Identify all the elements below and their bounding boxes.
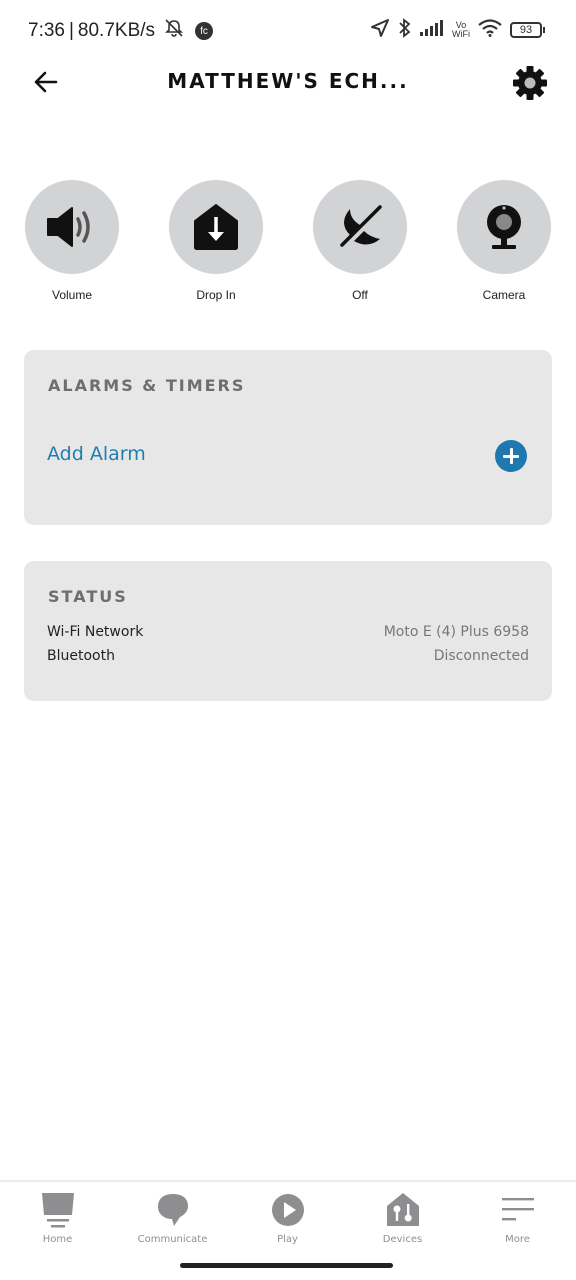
page-title: MATTHEW'S ECH...: [167, 69, 409, 93]
status-row-wifi: Wi-Fi Network Moto E (4) Plus 6958: [47, 624, 529, 646]
camera-icon: [487, 205, 521, 249]
status-key: Wi-Fi Network: [47, 624, 144, 640]
gear-icon: [513, 66, 547, 100]
nav-label: Home: [42, 1234, 73, 1245]
nav-devices[interactable]: Devices: [345, 1190, 460, 1245]
status-title: STATUS: [48, 587, 128, 606]
nav-more[interactable]: More: [460, 1190, 575, 1245]
camera-label: Camera: [482, 288, 526, 302]
drop-in-circle: [169, 180, 263, 274]
add-alarm-button[interactable]: [495, 440, 527, 472]
volume-label: Volume: [51, 288, 93, 302]
play-icon: [230, 1190, 345, 1230]
dnd-off-label: Off: [352, 288, 368, 302]
menu-icon: [460, 1190, 575, 1230]
dnd-off-button[interactable]: Off: [300, 180, 420, 302]
speaker-icon: [47, 207, 90, 247]
clock: 7:36: [28, 20, 65, 41]
camera-button[interactable]: Camera: [444, 180, 564, 302]
alarms-timers-card: ALARMS & TIMERS Add Alarm: [24, 350, 552, 525]
nav-label: Play: [277, 1234, 298, 1245]
quick-actions: Volume Drop In Off Camera: [0, 180, 576, 310]
devices-icon: [345, 1190, 460, 1230]
home-icon: [0, 1190, 115, 1230]
volume-circle: [25, 180, 119, 274]
status-bar: 7:36 | 80.7KB/s fc Vo WiFi 93: [0, 0, 576, 60]
signal-icon: [420, 20, 444, 40]
vowifi-indicator: Vo WiFi: [452, 20, 470, 39]
separator: |: [68, 20, 74, 41]
nav-home[interactable]: Home: [0, 1190, 115, 1245]
drop-in-label: Drop In: [196, 288, 236, 302]
wifi-icon: [478, 19, 502, 41]
status-card: STATUS Wi-Fi Network Moto E (4) Plus 695…: [24, 561, 552, 701]
app-header: MATTHEW'S ECH...: [0, 55, 576, 111]
nav-label: Communicate: [137, 1234, 208, 1245]
volume-button[interactable]: Volume: [12, 180, 132, 302]
battery-icon: 93: [510, 22, 545, 38]
status-left: 7:36 | 80.7KB/s fc: [28, 18, 214, 44]
status-value: Moto E (4) Plus 6958: [383, 624, 529, 640]
nav-play[interactable]: Play: [230, 1190, 345, 1245]
bluetooth-icon: [398, 18, 412, 42]
chat-bubble-icon: [115, 1190, 230, 1230]
network-speed: 80.7KB/s: [77, 20, 156, 41]
status-key: Bluetooth: [47, 648, 115, 664]
drop-in-icon: [194, 204, 238, 250]
nav-communicate[interactable]: Communicate: [115, 1190, 230, 1245]
drop-in-button[interactable]: Drop In: [156, 180, 276, 302]
add-alarm-link[interactable]: Add Alarm: [47, 443, 146, 465]
status-value: Disconnected: [433, 648, 529, 664]
do-not-disturb-off-icon: [340, 205, 382, 247]
alarms-timers-title: ALARMS & TIMERS: [48, 376, 246, 395]
nav-label: More: [505, 1234, 530, 1245]
status-right: Vo WiFi 93: [370, 18, 545, 42]
location-icon: [370, 18, 390, 42]
camera-circle: [457, 180, 551, 274]
nav-label: Devices: [382, 1234, 423, 1245]
settings-button[interactable]: [512, 65, 548, 101]
dnd-off-circle: [313, 180, 407, 274]
status-row-bluetooth: Bluetooth Disconnected: [47, 648, 529, 670]
home-indicator[interactable]: [180, 1263, 393, 1268]
fc-app-icon: fc: [195, 22, 214, 40]
bell-off-icon: [163, 18, 185, 44]
